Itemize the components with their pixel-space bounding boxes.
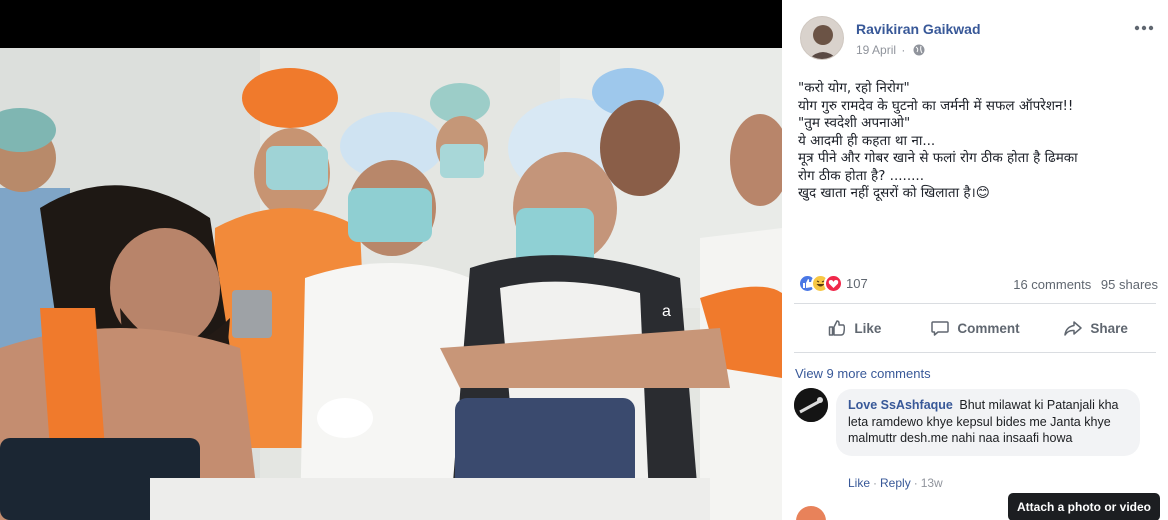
post-text-line: "करो योग, रहो निरोग": [798, 80, 910, 96]
thumbs-up-icon: [829, 320, 846, 336]
photo-watermark: a: [662, 303, 671, 320]
share-label: Share: [1090, 320, 1128, 336]
comment-bubble: Love SsAshfaque Bhut milawat ki Patanjal…: [836, 389, 1140, 456]
comment-icon: [931, 321, 950, 336]
post-date[interactable]: 19 April: [856, 43, 896, 57]
post-photo[interactable]: a: [0, 48, 782, 520]
post-text-line: "तुम स्वदेशी अपनाओ": [798, 115, 911, 131]
reaction-count[interactable]: 107: [846, 276, 868, 291]
view-more-comments-link[interactable]: View 9 more comments: [795, 366, 931, 381]
like-label: Like: [854, 320, 882, 336]
comment-button[interactable]: Comment: [915, 310, 1036, 346]
commenter-avatar[interactable]: [794, 388, 828, 422]
author-name[interactable]: Ravikiran Gaikwad: [856, 21, 981, 37]
shares-count[interactable]: 95 shares: [1101, 277, 1158, 292]
post-text-last: खुद खाता नहीं दूसरों को खिलाता है।😊: [798, 185, 1158, 203]
engagement-counts: 16 comments 95 shares: [1007, 277, 1158, 292]
photo-viewer: a: [0, 0, 782, 520]
globe-icon[interactable]: [913, 44, 925, 56]
post-text-line: रोग ठीक होता है? ........: [798, 167, 925, 184]
smile-emoji: 😊: [975, 185, 990, 201]
reactions-row: 107 16 comments 95 shares: [798, 273, 1158, 295]
author-avatar[interactable]: [800, 16, 844, 60]
more-options-icon[interactable]: [1132, 18, 1156, 38]
post-actions: Like Comment Share: [794, 310, 1156, 346]
love-reaction-icon: [824, 274, 843, 293]
photo-illustration: a: [0, 48, 782, 520]
post-text-line: योग गुरु रामदेव के घुटनो का जर्मनी में स…: [798, 97, 1074, 114]
next-commenter-avatar[interactable]: [796, 506, 826, 520]
post-text-line: ये आदमी ही कहता था ना...: [798, 132, 936, 149]
comment-label: Comment: [957, 320, 1020, 336]
post-panel: Ravikiran Gaikwad 19 April · "करो योग, र…: [782, 0, 1168, 520]
comment-actions: Like · Reply · 13w: [848, 476, 943, 490]
post-text: "करो योग, रहो निरोग" योग गुरु रामदेव के …: [798, 80, 1158, 203]
divider: [794, 352, 1156, 353]
comments-count[interactable]: 16 comments: [1013, 277, 1091, 292]
post-text-line: मूत्र पीने और गोबर खाने से फलां रोग ठीक …: [798, 150, 1078, 166]
comment-like-link[interactable]: Like: [848, 476, 870, 490]
like-button[interactable]: Like: [794, 310, 915, 346]
post-header: Ravikiran Gaikwad 19 April ·: [800, 16, 1156, 62]
share-button[interactable]: Share: [1035, 310, 1156, 346]
comment-reply-link[interactable]: Reply: [880, 476, 911, 490]
post-text-line: खुद खाता नहीं दूसरों को खिलाता है।: [798, 185, 976, 201]
share-icon: [1064, 321, 1083, 336]
attach-photo-tooltip: Attach a photo or video: [1008, 493, 1160, 520]
commenter-name[interactable]: Love SsAshfaque: [848, 398, 953, 412]
divider: [794, 303, 1156, 304]
comment-time[interactable]: 13w: [921, 476, 943, 490]
post-meta: 19 April ·: [856, 43, 925, 57]
